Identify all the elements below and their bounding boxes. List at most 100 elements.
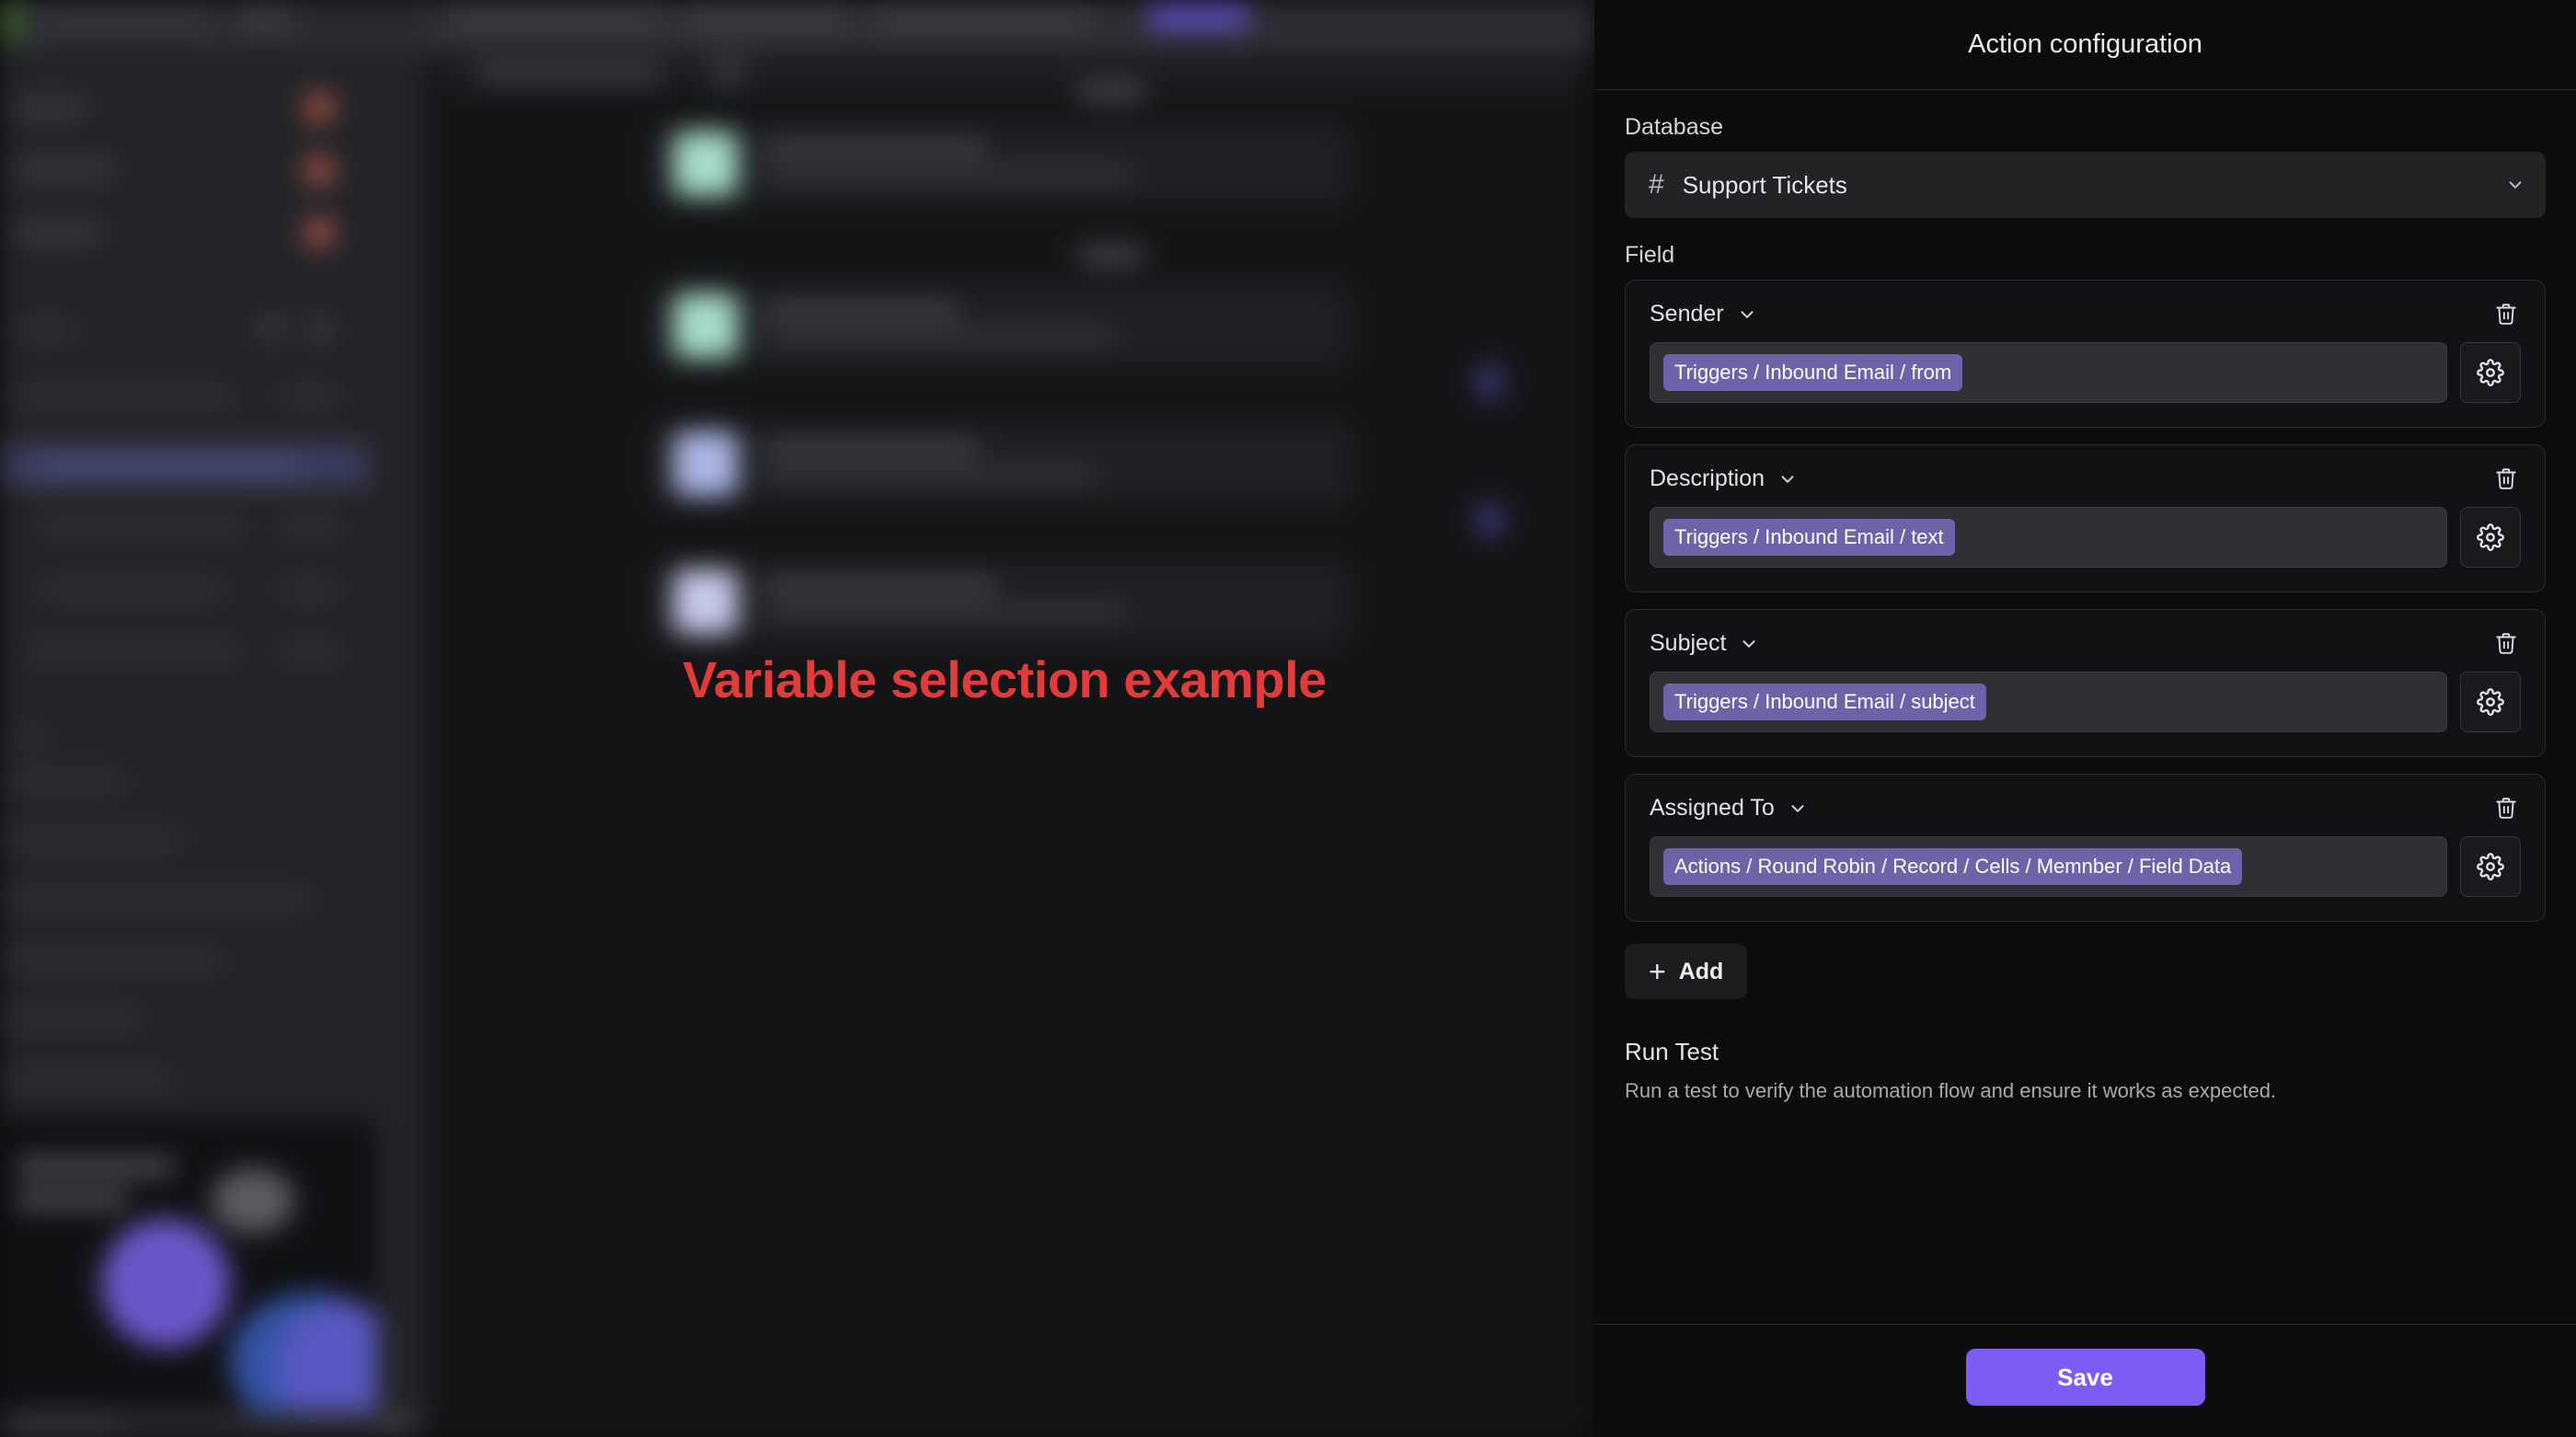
list-item-icon xyxy=(673,569,738,634)
sidebar-badge-3 xyxy=(304,217,335,248)
sidebar-menu-item-3[interactable] xyxy=(0,889,311,909)
content-topbar xyxy=(425,0,1594,55)
trash-icon[interactable] xyxy=(2488,625,2524,661)
content-group-title-2 xyxy=(1078,247,1144,265)
topbar-breadcrumb-3[interactable] xyxy=(872,7,1093,31)
gear-icon[interactable] xyxy=(2460,507,2521,568)
sidebar-action-icon-2[interactable] xyxy=(309,318,331,340)
sidebar-list-meta-3 xyxy=(280,580,339,600)
run-test-description: Run a test to verify the automation flow… xyxy=(1625,1079,2277,1102)
variable-chip[interactable]: Triggers / Inbound Email / from xyxy=(1663,354,1963,391)
list-item[interactable] xyxy=(651,287,1351,364)
topbar-breadcrumb-1[interactable] xyxy=(449,7,661,31)
plus-icon: + xyxy=(1649,955,1666,988)
variable-input[interactable]: Triggers / Inbound Email / from xyxy=(1650,342,2447,403)
workspace-logo xyxy=(0,0,24,42)
gear-icon[interactable] xyxy=(2460,342,2521,403)
field-name: Subject xyxy=(1650,630,1727,656)
annotation-label: Variable selection example xyxy=(683,650,1327,708)
sidebar-list-item-3[interactable] xyxy=(40,580,224,600)
sidebar-nav-item-2[interactable] xyxy=(13,160,114,180)
gear-icon[interactable] xyxy=(2460,672,2521,732)
field-value-row: Triggers / Inbound Email / subject xyxy=(1650,672,2521,732)
sidebar-section-label xyxy=(13,320,79,340)
variable-input[interactable]: Actions / Round Robin / Record / Cells /… xyxy=(1650,836,2447,897)
panel-title: Action configuration xyxy=(1594,0,2576,90)
field-card-assigned-to: Assigned To Actions / Round Robin / Reco… xyxy=(1625,774,2546,922)
sidebar-list-item-2[interactable] xyxy=(40,517,243,537)
sidebar-footer xyxy=(0,1411,425,1437)
list-item[interactable] xyxy=(651,563,1351,640)
sidebar-list-meta-2 xyxy=(280,517,339,537)
workspace-name-placeholder xyxy=(37,13,212,29)
promo-blob-purple xyxy=(101,1219,230,1348)
field-header[interactable]: Assigned To xyxy=(1650,795,2521,822)
field-card-description: Description Triggers / Inbound Email / t… xyxy=(1625,444,2546,592)
sidebar-selected-label xyxy=(40,454,298,475)
sidebar-badge-1 xyxy=(304,92,335,123)
field-name: Description xyxy=(1650,466,1765,491)
sidebar-footer-icon[interactable] xyxy=(385,1415,403,1433)
run-test-title: Run Test xyxy=(1625,1038,1719,1065)
sidebar-action-icon-1[interactable] xyxy=(261,318,283,340)
sidebar-promo-card[interactable] xyxy=(0,1118,377,1421)
save-button[interactable]: Save xyxy=(1965,1349,2205,1406)
content-subheader-label xyxy=(477,64,661,83)
list-item-title xyxy=(765,304,959,316)
trash-icon[interactable] xyxy=(2488,460,2524,497)
content-collapse-button[interactable] xyxy=(710,55,745,90)
list-item-subtitle xyxy=(765,169,1133,181)
fields-label: Field xyxy=(1625,242,1675,268)
list-item-accent-badge xyxy=(1479,506,1500,534)
variable-chip[interactable]: Actions / Round Robin / Record / Cells /… xyxy=(1663,848,2243,885)
field-header[interactable]: Sender xyxy=(1650,301,2521,328)
database-label: Database xyxy=(1625,114,1724,140)
variable-chip[interactable]: Triggers / Inbound Email / text xyxy=(1663,519,1955,556)
list-item[interactable] xyxy=(651,125,1351,202)
action-configuration-panel: Action configuration Database # Support … xyxy=(1594,0,2576,1437)
sidebar-list-item-1[interactable] xyxy=(13,386,234,407)
sidebar-menu-item-5[interactable] xyxy=(0,1008,140,1029)
chevron-down-icon[interactable] xyxy=(2505,175,2525,195)
chevron-down-icon[interactable] xyxy=(1788,799,1808,819)
sidebar-nav-item-1[interactable] xyxy=(13,98,86,118)
add-field-button[interactable]: + Add xyxy=(1625,944,1748,999)
chevron-down-icon[interactable] xyxy=(1737,305,1757,325)
workspace-badge-placeholder xyxy=(237,11,293,29)
field-value-row: Actions / Round Robin / Record / Cells /… xyxy=(1650,836,2521,897)
sidebar-badge-2 xyxy=(304,155,335,186)
promo-text-line-1 xyxy=(17,1158,173,1175)
sidebar-menu-item-1[interactable] xyxy=(0,771,125,791)
sidebar-nav-item-3[interactable] xyxy=(13,223,101,243)
field-name: Sender xyxy=(1650,301,1724,327)
list-item-accent-badge xyxy=(1479,368,1500,396)
trash-icon[interactable] xyxy=(2488,295,2524,332)
list-item-title xyxy=(765,442,977,454)
list-item[interactable] xyxy=(651,425,1351,502)
sidebar-menu-item-4[interactable] xyxy=(0,949,223,970)
list-item-subtitle xyxy=(765,331,1115,343)
sidebar-list-item-4[interactable] xyxy=(26,642,239,662)
list-item-title xyxy=(765,142,986,155)
variable-input[interactable]: Triggers / Inbound Email / text xyxy=(1650,507,2447,568)
sidebar-list-meta-1 xyxy=(280,386,339,407)
sidebar-section-label-2 xyxy=(13,727,44,747)
add-field-label: Add xyxy=(1678,958,1724,984)
database-select[interactable]: # Support Tickets xyxy=(1625,152,2546,218)
panel-body: Database # Support Tickets Field Sender xyxy=(1594,90,2576,1324)
topbar-breadcrumb-2[interactable] xyxy=(683,7,848,31)
sidebar-menu-item-6[interactable] xyxy=(0,1069,171,1089)
chevron-down-icon[interactable] xyxy=(1739,634,1759,654)
field-header[interactable]: Subject xyxy=(1650,630,2521,657)
sidebar-menu-item-2[interactable] xyxy=(0,830,184,850)
variable-chip[interactable]: Triggers / Inbound Email / subject xyxy=(1663,684,1986,720)
variable-input[interactable]: Triggers / Inbound Email / subject xyxy=(1650,672,2447,732)
chevron-down-icon[interactable] xyxy=(1777,469,1798,489)
database-value: Support Tickets xyxy=(1682,170,1847,199)
field-value-row: Triggers / Inbound Email / text xyxy=(1650,507,2521,568)
gear-icon[interactable] xyxy=(2460,836,2521,897)
hash-icon: # xyxy=(1649,169,1664,200)
trash-icon[interactable] xyxy=(2488,789,2524,826)
topbar-action-button[interactable] xyxy=(1148,6,1249,29)
field-header[interactable]: Description xyxy=(1650,466,2521,492)
